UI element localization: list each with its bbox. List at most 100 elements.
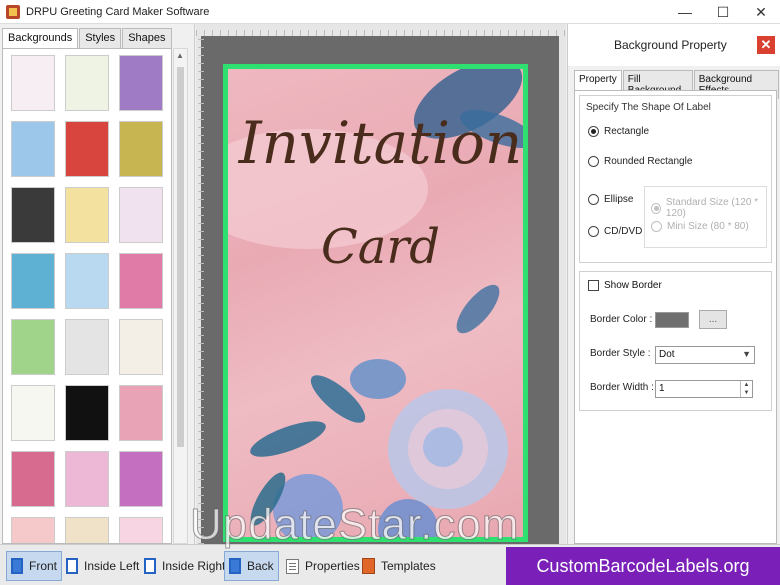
inside-right-label: Inside Right: [162, 559, 225, 573]
background-thumb[interactable]: [65, 517, 109, 544]
checkbox-unchecked-icon: [588, 280, 599, 291]
custombarcodelabels-watermark: CustomBarcodeLabels.org: [506, 547, 780, 585]
background-thumb[interactable]: [119, 385, 163, 441]
radio-standard-size[interactable]: Standard Size (120 * 120): [651, 197, 766, 219]
updatestar-watermark: UpdateStar.com: [190, 500, 520, 550]
scrollbar-thumb[interactable]: [177, 67, 184, 447]
maximize-button[interactable]: ☐: [704, 0, 742, 24]
radio-mini-size[interactable]: Mini Size (80 * 80): [651, 221, 749, 232]
background-thumb[interactable]: [119, 187, 163, 243]
background-thumb[interactable]: [65, 451, 109, 507]
radio-rounded-rectangle[interactable]: Rounded Rectangle: [588, 156, 692, 167]
properties-icon: [286, 559, 299, 574]
greeting-card[interactable]: Invitation Card: [223, 64, 528, 542]
thumbnails-scrollbar[interactable]: ▲: [173, 48, 188, 544]
background-thumbnails: [2, 48, 172, 544]
background-thumb[interactable]: [11, 517, 55, 544]
border-width-input[interactable]: 1 ▲▼: [655, 380, 753, 398]
properties-button[interactable]: Properties: [282, 551, 364, 581]
left-tabs: Backgrounds Styles Shapes: [2, 28, 173, 48]
background-thumb[interactable]: [65, 187, 109, 243]
chevron-down-icon: ▼: [742, 349, 751, 359]
radio-mini-size-label: Mini Size (80 * 80): [667, 221, 749, 232]
radio-rectangle[interactable]: Rectangle: [588, 126, 649, 137]
background-thumb[interactable]: [65, 121, 109, 177]
design-canvas: Invitation Card: [196, 24, 566, 544]
property-body: Specify The Shape Of Label Rectangle Rou…: [574, 90, 777, 544]
radio-unchecked-icon: [588, 156, 599, 167]
close-button[interactable]: ✕: [742, 0, 780, 24]
inside-right-button[interactable]: Inside Right: [140, 551, 229, 581]
radio-checked-icon: [588, 126, 599, 137]
background-thumb[interactable]: [11, 253, 55, 309]
spinner-arrows-icon[interactable]: ▲▼: [740, 381, 752, 397]
background-thumb[interactable]: [119, 451, 163, 507]
background-thumb[interactable]: [119, 253, 163, 309]
title-bar: DRPU Greeting Card Maker Software — ☐ ✕: [0, 0, 780, 24]
front-button[interactable]: Front: [6, 551, 62, 581]
show-border-label: Show Border: [604, 280, 662, 291]
radio-rounded-rectangle-label: Rounded Rectangle: [604, 156, 692, 167]
background-thumb[interactable]: [119, 121, 163, 177]
radio-checked-icon: [651, 203, 661, 214]
radio-unchecked-icon: [588, 194, 599, 205]
background-thumb[interactable]: [11, 55, 55, 111]
front-page-icon: [11, 558, 23, 574]
background-thumb[interactable]: [119, 517, 163, 544]
background-thumb[interactable]: [11, 451, 55, 507]
radio-unchecked-icon: [588, 226, 599, 237]
shape-group-label: Specify The Shape Of Label: [586, 102, 711, 113]
border-width-value: 1: [659, 383, 665, 394]
card-title-line2[interactable]: Card: [238, 219, 523, 275]
window-title: DRPU Greeting Card Maker Software: [26, 6, 209, 18]
background-thumb[interactable]: [11, 385, 55, 441]
background-thumb[interactable]: [65, 319, 109, 375]
radio-ellipse[interactable]: Ellipse: [588, 194, 633, 205]
background-thumb[interactable]: [11, 319, 55, 375]
property-title: Background Property: [614, 38, 727, 52]
background-thumb[interactable]: [65, 385, 109, 441]
background-thumb[interactable]: [119, 55, 163, 111]
scroll-up-icon[interactable]: ▲: [176, 51, 184, 60]
border-style-value: Dot: [659, 349, 675, 360]
minimize-button[interactable]: —: [666, 0, 704, 24]
shape-group: Specify The Shape Of Label Rectangle Rou…: [579, 95, 772, 263]
window-controls: — ☐ ✕: [666, 0, 780, 24]
radio-standard-size-label: Standard Size (120 * 120): [666, 197, 766, 219]
tab-backgrounds[interactable]: Backgrounds: [2, 28, 78, 48]
border-color-picker-button[interactable]: ...: [699, 310, 727, 329]
background-thumb[interactable]: [65, 253, 109, 309]
vertical-ruler: [198, 39, 204, 544]
card-title-line1[interactable]: Invitation: [238, 109, 523, 177]
radio-unchecked-icon: [651, 221, 662, 232]
background-thumb[interactable]: [119, 319, 163, 375]
radio-cd-dvd-label: CD/DVD: [604, 226, 642, 237]
inside-left-page-icon: [66, 558, 78, 574]
show-border-checkbox[interactable]: Show Border: [588, 280, 662, 291]
back-button[interactable]: Back: [224, 551, 279, 581]
tab-shapes[interactable]: Shapes: [122, 28, 171, 48]
property-header: Background Property ✕: [568, 24, 780, 66]
border-group: Show Border Border Color : ... Border St…: [579, 271, 772, 411]
radio-ellipse-label: Ellipse: [604, 194, 633, 205]
templates-icon: [362, 558, 375, 574]
border-style-select[interactable]: Dot ▼: [655, 346, 755, 364]
tab-styles[interactable]: Styles: [79, 28, 121, 48]
templates-label: Templates: [381, 559, 436, 573]
back-page-icon: [229, 558, 241, 574]
inside-left-button[interactable]: Inside Left: [62, 551, 143, 581]
background-thumb[interactable]: [11, 187, 55, 243]
border-style-label: Border Style :: [590, 348, 651, 359]
radio-cd-dvd[interactable]: CD/DVD: [588, 226, 642, 237]
border-color-label: Border Color :: [590, 314, 652, 325]
templates-button[interactable]: Templates: [358, 551, 440, 581]
close-panel-icon[interactable]: ✕: [757, 36, 775, 54]
inside-right-page-icon: [144, 558, 156, 574]
property-panel: Background Property ✕ Property Fill Back…: [567, 24, 780, 544]
border-width-label: Border Width :: [590, 382, 654, 393]
background-thumb[interactable]: [65, 55, 109, 111]
border-color-swatch[interactable]: [655, 312, 689, 328]
background-thumb[interactable]: [11, 121, 55, 177]
left-panel: Backgrounds Styles Shapes ▲: [0, 24, 195, 544]
radio-rectangle-label: Rectangle: [604, 126, 649, 137]
